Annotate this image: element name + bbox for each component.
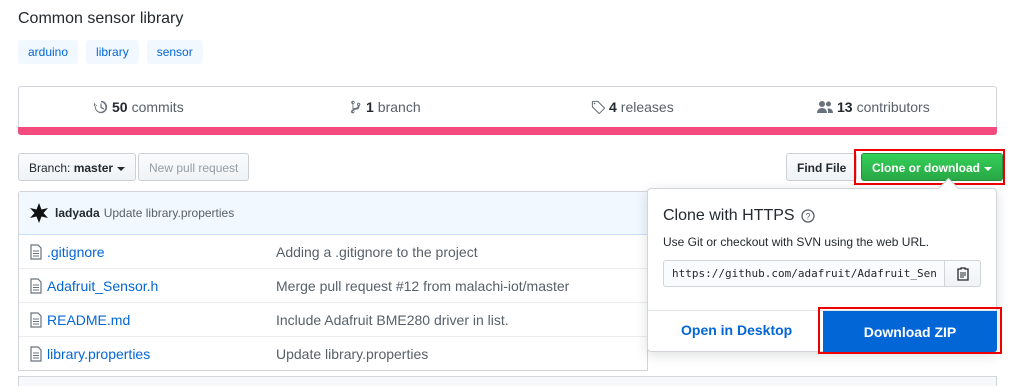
clone-title-text: Clone with HTTPS — [663, 207, 795, 224]
repo-description: Common sensor library — [18, 10, 184, 27]
commits-count: 50 — [112, 99, 128, 115]
contributors-label: contributors — [856, 99, 930, 115]
readme-header-strip — [18, 376, 997, 386]
file-commit-message[interactable]: Update library.properties — [276, 346, 428, 362]
file-row: .gitignore Adding a .gitignore to the pr… — [19, 235, 647, 269]
branch-icon — [350, 100, 361, 114]
commit-message[interactable]: Update library.properties — [104, 206, 235, 220]
caret-down-icon — [117, 166, 126, 171]
tag-icon — [591, 100, 605, 114]
branch-select-label: Branch: — [29, 161, 71, 175]
file-commit-message[interactable]: Adding a .gitignore to the project — [276, 244, 478, 260]
topic-tag-arduino[interactable]: arduino — [18, 40, 79, 64]
svg-text:?: ? — [805, 212, 810, 222]
question-icon[interactable]: ? — [800, 209, 815, 223]
clone-url-input[interactable] — [663, 260, 945, 287]
clone-url-group — [663, 260, 981, 287]
clipboard-icon — [956, 266, 969, 281]
branch-select-value: master — [73, 161, 114, 175]
releases-link[interactable]: 4 releases — [591, 99, 674, 115]
clone-help-text: Use Git or checkout with SVN using the w… — [663, 235, 930, 249]
history-icon — [94, 100, 108, 114]
clone-title: Clone with HTTPS ? — [663, 207, 815, 225]
releases-label: releases — [620, 99, 674, 115]
releases-count: 4 — [609, 99, 617, 115]
branches-link[interactable]: 1 branch — [350, 99, 421, 115]
topic-tag-sensor[interactable]: sensor — [146, 40, 203, 64]
latest-commit-row: ladyada Update library.properties — [19, 192, 647, 235]
file-icon — [30, 277, 42, 294]
file-icon — [30, 311, 42, 328]
contributors-count: 13 — [837, 99, 853, 115]
commits-link[interactable]: 50 commits — [94, 99, 184, 115]
topic-tag-library[interactable]: library — [86, 40, 139, 64]
open-in-desktop-button[interactable]: Open in Desktop — [681, 322, 792, 338]
file-row: README.md Include Adafruit BME280 driver… — [19, 303, 647, 337]
new-pull-request-button[interactable]: New pull request — [138, 153, 250, 181]
branches-label: branch — [377, 99, 421, 115]
file-row: library.properties Update library.proper… — [19, 337, 647, 370]
file-link[interactable]: .gitignore — [47, 244, 277, 260]
file-row: Adafruit_Sensor.h Merge pull request #12… — [19, 269, 647, 303]
highlight-box-download — [818, 307, 1002, 354]
topic-list: arduino library sensor — [18, 40, 203, 64]
file-commit-message[interactable]: Merge pull request #12 from malachi-iot/… — [276, 278, 569, 294]
find-file-button[interactable]: Find File — [786, 153, 858, 181]
avatar-icon[interactable] — [29, 203, 49, 223]
file-icon — [30, 243, 42, 260]
people-icon — [817, 101, 833, 113]
highlight-box-clone — [854, 149, 1005, 185]
file-commit-message[interactable]: Include Adafruit BME280 driver in list. — [276, 312, 509, 328]
file-link[interactable]: library.properties — [47, 346, 277, 362]
file-table: ladyada Update library.properties .gitig… — [18, 191, 648, 371]
commit-author[interactable]: ladyada — [55, 206, 100, 220]
commits-label: commits — [131, 99, 184, 115]
copy-to-clipboard-button[interactable] — [945, 260, 981, 287]
branches-count: 1 — [366, 99, 374, 115]
file-link[interactable]: README.md — [47, 312, 277, 328]
branch-select-button[interactable]: Branch: master — [18, 153, 137, 181]
file-icon — [30, 345, 42, 362]
contributors-link[interactable]: 13 contributors — [817, 99, 930, 115]
file-link[interactable]: Adafruit_Sensor.h — [47, 278, 277, 294]
language-bar — [18, 127, 997, 135]
